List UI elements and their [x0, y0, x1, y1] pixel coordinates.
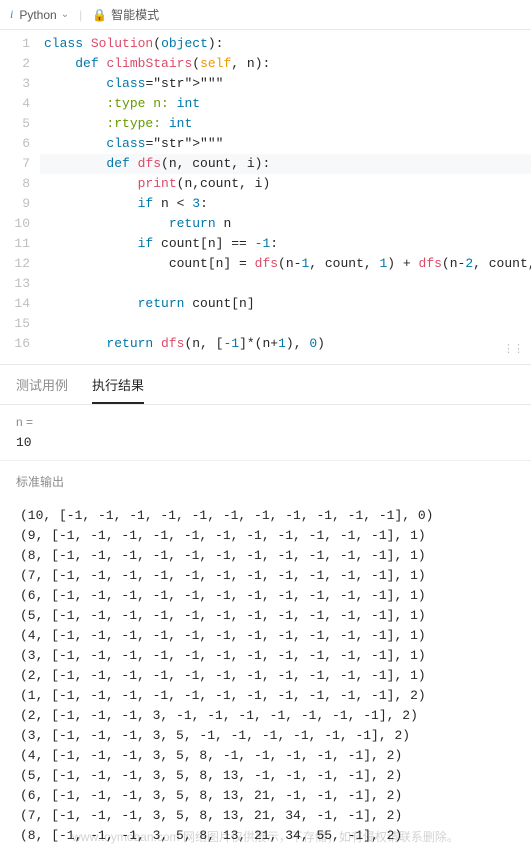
line-number: 3	[0, 74, 30, 94]
line-number: 9	[0, 194, 30, 214]
code-line[interactable]: :type n: int	[40, 94, 531, 114]
line-number: 11	[0, 234, 30, 254]
code-line[interactable]: return dfs(n, [-1]*(n+1), 0)	[40, 334, 531, 354]
language-label: Python	[19, 8, 56, 22]
code-line[interactable]: def dfs(n, count, i):	[40, 154, 531, 174]
code-line[interactable]	[40, 314, 531, 334]
code-line[interactable]	[40, 274, 531, 294]
chevron-down-icon: ⌄	[61, 9, 69, 20]
code-line[interactable]: class="str">"""	[40, 74, 531, 94]
tab-result[interactable]: 执行结果	[92, 375, 144, 404]
lock-icon: 🔒	[92, 8, 107, 22]
stdout-label: 标准输出	[0, 461, 531, 498]
language-selector[interactable]: i Python ⌄	[10, 7, 69, 22]
separator: |	[79, 8, 82, 22]
toolbar: i Python ⌄ | 🔒 智能模式	[0, 0, 531, 30]
line-number: 6	[0, 134, 30, 154]
line-number: 2	[0, 54, 30, 74]
code-line[interactable]: class="str">"""	[40, 134, 531, 154]
line-number: 15	[0, 314, 30, 334]
line-number: 16	[0, 334, 30, 354]
line-number: 8	[0, 174, 30, 194]
code-line[interactable]: :rtype: int	[40, 114, 531, 134]
line-number: 12	[0, 254, 30, 274]
input-block: n = 10	[0, 405, 531, 461]
stdout-content: (10, [-1, -1, -1, -1, -1, -1, -1, -1, -1…	[10, 498, 521, 854]
line-number: 4	[0, 94, 30, 114]
resize-grip-icon[interactable]: ⋮⋮	[503, 340, 523, 360]
tab-testcase[interactable]: 测试用例	[16, 375, 68, 404]
mode-indicator[interactable]: 🔒 智能模式	[92, 6, 159, 23]
line-number: 5	[0, 114, 30, 134]
code-line[interactable]: print(n,count, i)	[40, 174, 531, 194]
code-line[interactable]: return count[n]	[40, 294, 531, 314]
line-number: 14	[0, 294, 30, 314]
gutter: 12345678910111213141516	[0, 34, 40, 354]
input-label: n =	[16, 415, 515, 429]
code-line[interactable]: return n	[40, 214, 531, 234]
line-number: 1	[0, 34, 30, 54]
code-editor[interactable]: 12345678910111213141516 class Solution(o…	[0, 30, 531, 365]
line-number: 13	[0, 274, 30, 294]
language-icon: i	[10, 7, 13, 22]
mode-label: 智能模式	[111, 6, 159, 23]
code-line[interactable]: if n < 3:	[40, 194, 531, 214]
line-number: 10	[0, 214, 30, 234]
line-number: 7	[0, 154, 30, 174]
code-line[interactable]: if count[n] == -1:	[40, 234, 531, 254]
code-line[interactable]: class Solution(object):	[40, 34, 531, 54]
code-line[interactable]: count[n] = dfs(n-1, count, 1) + dfs(n-2,…	[40, 254, 531, 274]
result-tabs: 测试用例执行结果	[0, 365, 531, 405]
input-value[interactable]: 10	[16, 435, 515, 450]
code-area[interactable]: class Solution(object): def climbStairs(…	[40, 34, 531, 354]
code-line[interactable]: def climbStairs(self, n):	[40, 54, 531, 74]
